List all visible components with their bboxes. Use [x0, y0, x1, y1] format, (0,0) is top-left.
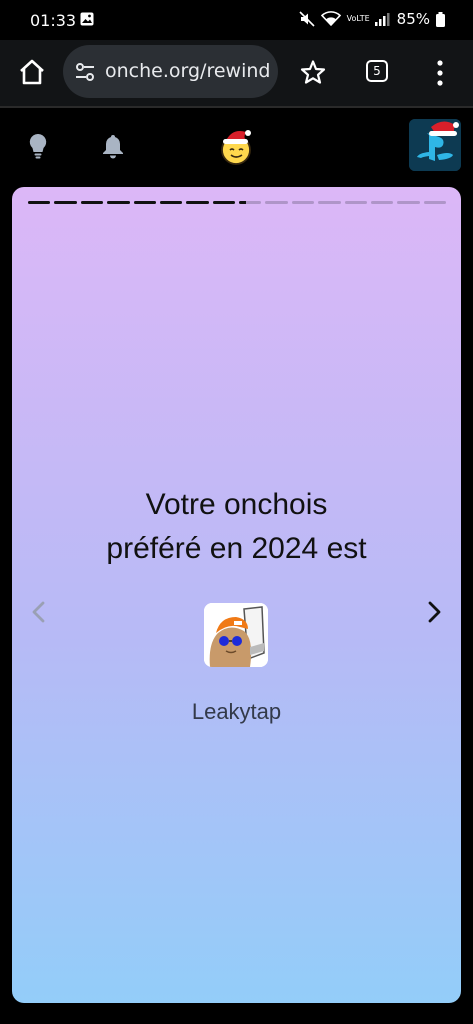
- progress-segment-fill: [186, 201, 209, 204]
- card-title: Votre onchois préféré en 2024 est: [12, 483, 461, 571]
- progress-segment: [344, 201, 367, 204]
- progress-segment: [318, 201, 341, 204]
- progress-segment-fill: [212, 201, 235, 204]
- mute-icon: [299, 11, 315, 27]
- bell-icon[interactable]: [100, 133, 126, 159]
- gallery-notification-icon: [80, 12, 94, 26]
- progress-segment: [397, 201, 420, 204]
- story-progress-bar: [28, 201, 446, 204]
- card-title-line2: préféré en 2024 est: [106, 532, 367, 565]
- progress-segment: [423, 201, 446, 204]
- progress-segment: [133, 201, 156, 204]
- battery-icon: [436, 11, 445, 27]
- progress-segment-fill: [107, 201, 130, 204]
- battery-percent: 85%: [396, 10, 430, 28]
- progress-segment: [291, 201, 315, 204]
- status-icons: VoLTE 85%: [299, 10, 445, 28]
- progress-segment-fill: [133, 201, 156, 204]
- progress-segment: [28, 201, 51, 204]
- chevron-right-icon[interactable]: [421, 599, 447, 625]
- progress-segment: [370, 201, 394, 204]
- url-text[interactable]: onche.org/rewind: [105, 60, 270, 82]
- progress-segment: [186, 201, 209, 204]
- browser-toolbar: onche.org/rewind 5: [0, 40, 473, 106]
- more-vert-icon[interactable]: [436, 60, 444, 86]
- progress-segment-fill: [28, 201, 51, 204]
- favorite-username: Leakytap: [191, 699, 282, 724]
- tune-icon[interactable]: [75, 62, 95, 82]
- address-bar[interactable]: onche.org/rewind: [63, 45, 278, 98]
- progress-segment-fill: [239, 201, 246, 204]
- wifi-icon: [320, 11, 341, 27]
- santa-mascot-icon[interactable]: [216, 126, 256, 166]
- cat-sticker-icon: [204, 603, 268, 667]
- user-avatar: [204, 603, 268, 667]
- progress-segment: [54, 201, 77, 204]
- progress-segment: [159, 201, 183, 204]
- progress-segment-fill: [54, 201, 77, 204]
- progress-segment: [212, 201, 235, 204]
- signal-icon: [374, 13, 390, 26]
- status-bar: 01:33 VoLTE 85%: [0, 0, 473, 40]
- tab-switcher-button[interactable]: 5: [366, 60, 388, 82]
- lightbulb-icon[interactable]: [26, 133, 50, 159]
- progress-segment-fill: [80, 201, 104, 204]
- progress-segment: [239, 201, 262, 204]
- volte-label: VoLTE: [346, 14, 370, 23]
- progress-segment-fill: [159, 201, 183, 204]
- site-header: [0, 108, 473, 186]
- progress-segment: [107, 201, 130, 204]
- status-time: 01:33: [30, 11, 77, 30]
- chevron-left-icon[interactable]: [26, 599, 52, 625]
- rewind-card[interactable]: Votre onchois préféré en 2024 est Leakyt…: [12, 187, 461, 1003]
- home-icon[interactable]: [18, 58, 46, 86]
- playstation-logo-icon: [409, 119, 461, 171]
- card-title-line1: Votre onchois: [145, 488, 328, 521]
- progress-segment: [265, 201, 288, 204]
- progress-segment: [80, 201, 104, 204]
- playstation-avatar-icon[interactable]: [409, 119, 461, 171]
- star-icon[interactable]: [300, 59, 326, 85]
